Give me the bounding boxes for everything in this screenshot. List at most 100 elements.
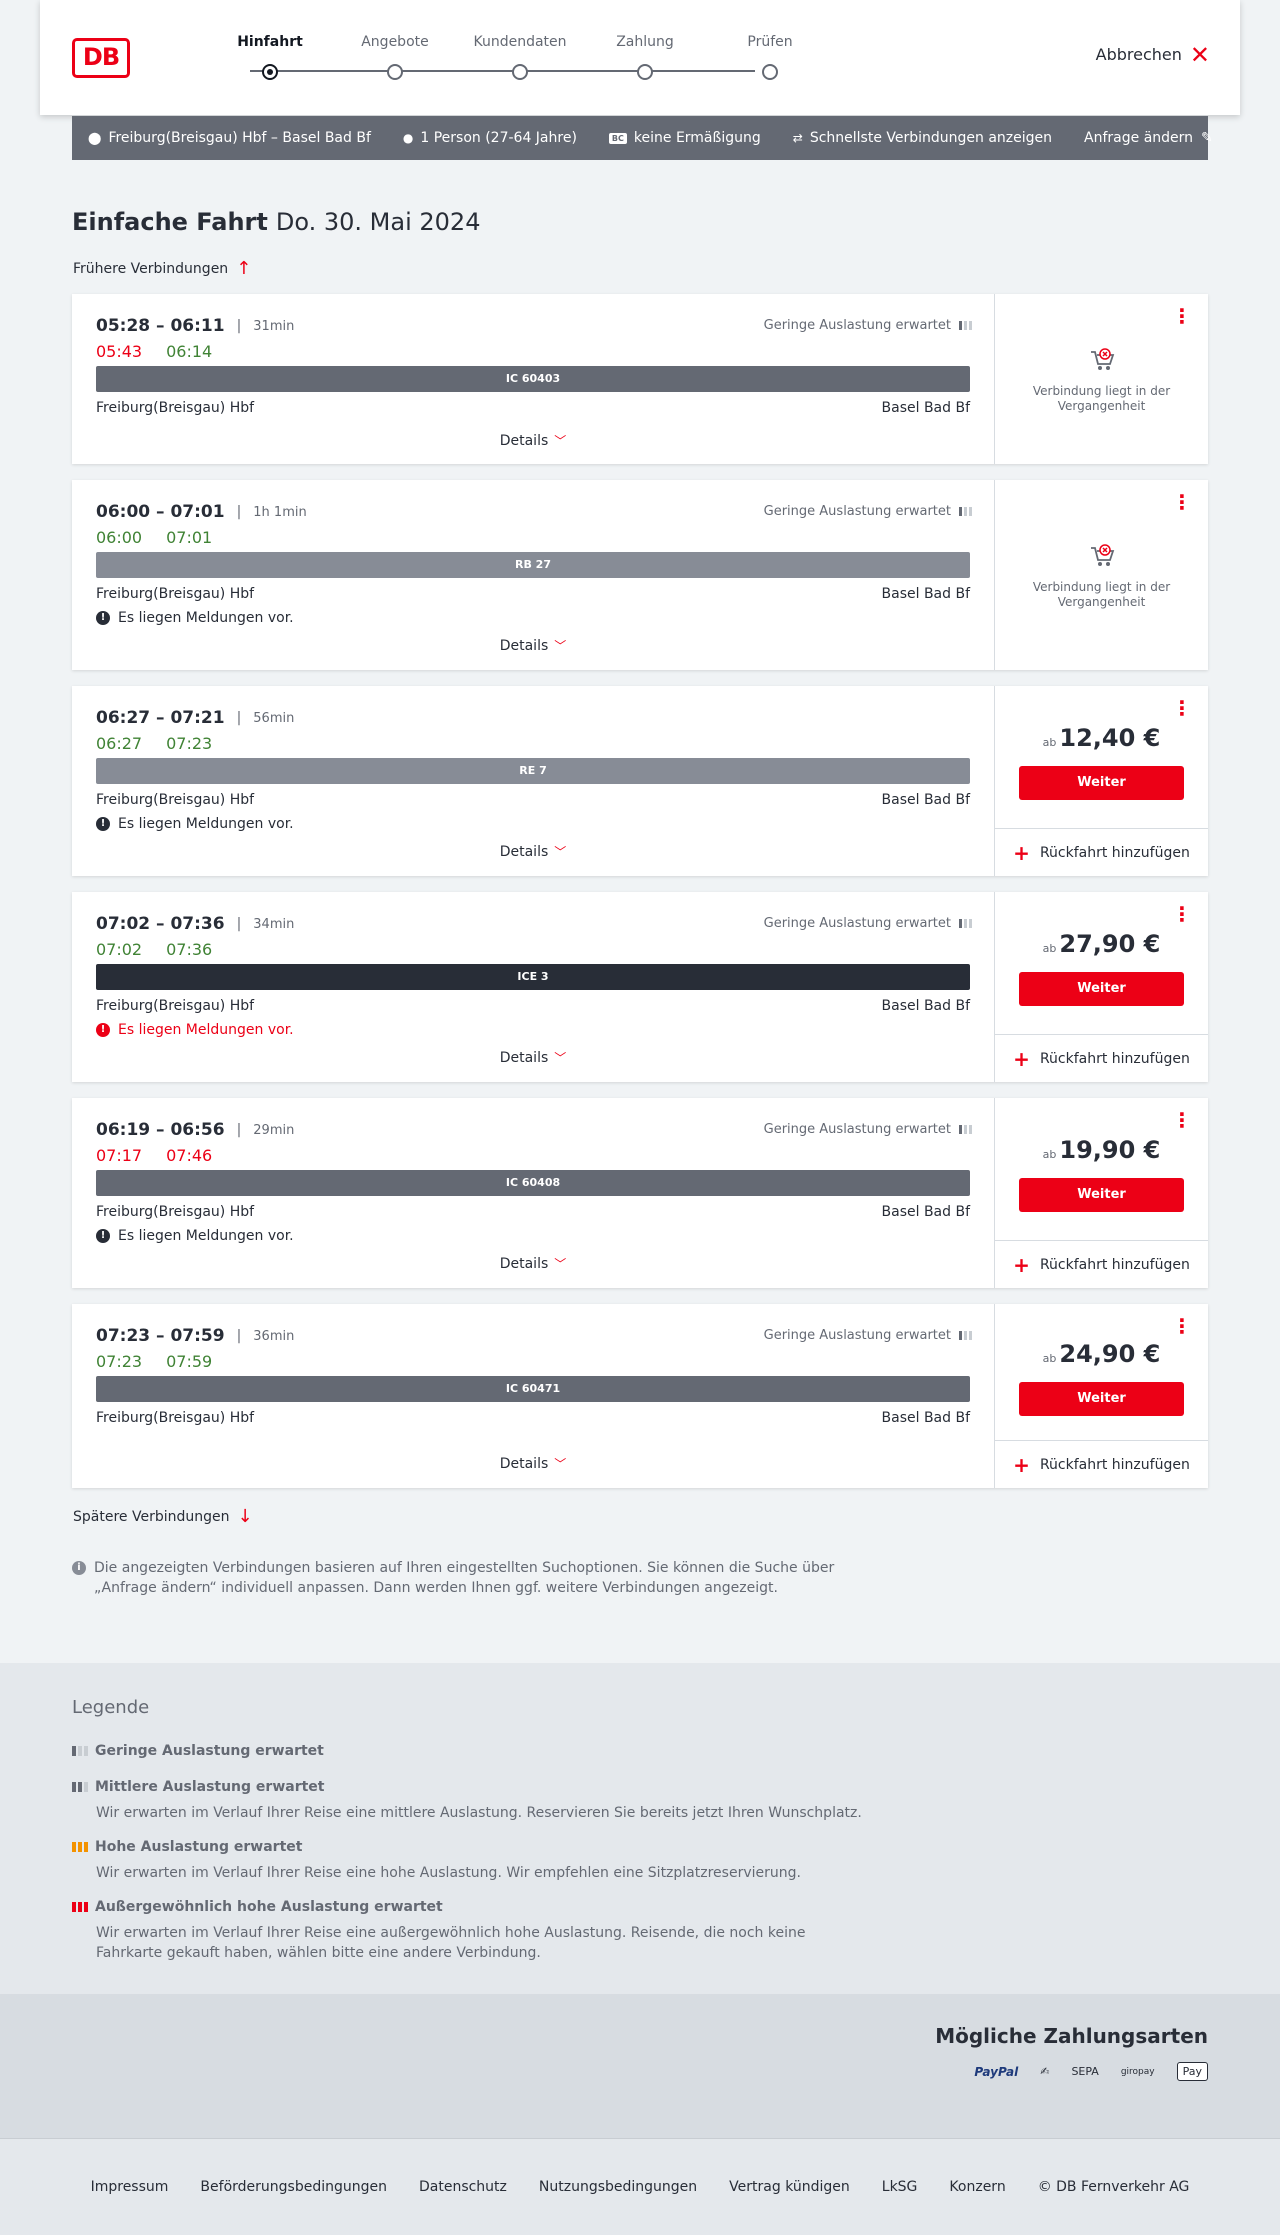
details-toggle[interactable]: Details ﹀ — [72, 432, 994, 449]
legend-section: Legende Geringe Auslastung erwartet Mitt… — [0, 1663, 1280, 1994]
train-bar[interactable]: RB 27 — [96, 552, 970, 578]
realtime-times: 07:17 07:46 — [96, 1146, 212, 1165]
add-return-trip-button[interactable]: + Rückfahrt hinzufügen — [995, 1034, 1208, 1082]
details-label: Details — [499, 1256, 549, 1272]
realtime-times: 05:43 06:14 — [96, 342, 212, 361]
paypal-icon: PayPal — [974, 2064, 1019, 2079]
return-label: Rückfahrt hinzufügen — [1039, 1456, 1190, 1473]
step-kundendaten[interactable]: Kundendaten — [460, 34, 580, 80]
connection-card[interactable]: 06:00 – 07:01 | 1h 1min Geringe Auslastu… — [72, 480, 1208, 670]
add-return-trip-button[interactable]: + Rückfahrt hinzufügen — [995, 1440, 1208, 1488]
chevron-down-icon: ﹀ — [554, 434, 567, 448]
db-logo[interactable]: DB — [72, 38, 130, 78]
separator: | — [236, 1122, 242, 1138]
occupancy-text: Geringe Auslastung erwartet — [763, 916, 951, 931]
footer-link-vertrag-kuendigen[interactable]: Vertrag kündigen — [729, 2179, 850, 2195]
details-label: Details — [499, 844, 549, 860]
stations: Freiburg(Breisgau) Hbf Basel Bad Bf — [96, 1204, 970, 1220]
connection-card[interactable]: 06:27 – 07:21 | 56min 06:27 07:23 RE 7 F… — [72, 686, 1208, 876]
connection-card[interactable]: 07:02 – 07:36 | 34min Geringe Auslastung… — [72, 892, 1208, 1082]
occupancy-text: Geringe Auslastung erwartet — [763, 318, 951, 333]
more-options-icon[interactable]: ⋮ — [1172, 698, 1192, 718]
legend-item-low: Geringe Auslastung erwartet — [72, 1743, 872, 1759]
footer-copyright: © DB Fernverkehr AG — [1037, 2179, 1190, 2195]
service-messages: ! Es liegen Meldungen vor. — [96, 610, 294, 626]
step-hinfahrt[interactable]: Hinfahrt — [210, 34, 330, 80]
more-options-icon[interactable]: ⋮ — [1172, 492, 1192, 512]
offer-panel: ⋮ ab 19,90 € Weiter + Rückfahrt hinzufüge… — [994, 1098, 1208, 1288]
connection-info: 07:02 – 07:36 | 34min Geringe Auslastung… — [72, 892, 994, 1082]
separator: | — [236, 710, 242, 726]
step-label: Hinfahrt — [237, 34, 303, 50]
legend-item-title: Geringe Auslastung erwartet — [95, 1743, 324, 1759]
change-request-button[interactable]: Anfrage ändern ✎ — [1084, 130, 1213, 146]
continue-button[interactable]: Weiter — [1019, 1382, 1184, 1416]
add-return-trip-button[interactable]: + Rückfahrt hinzufügen — [995, 828, 1208, 876]
offer-panel: ⋮ ab 12,40 € Weiter + Rückfahrt hinzufüge… — [994, 686, 1208, 876]
price-prefix: ab — [1042, 942, 1057, 955]
realtime-times: 06:00 07:01 — [96, 528, 212, 547]
plus-icon: + — [1013, 840, 1030, 865]
connection-card[interactable]: 06:19 – 06:56 | 29min Geringe Auslastung… — [72, 1098, 1208, 1288]
footer-link-impressum[interactable]: Impressum — [91, 2179, 169, 2195]
step-angebote[interactable]: Angebote — [335, 34, 455, 80]
change-request-label: Anfrage ändern — [1084, 130, 1194, 146]
continue-button[interactable]: Weiter — [1019, 1178, 1184, 1212]
realtime-departure: 07:17 — [96, 1146, 143, 1165]
train-bar[interactable]: IC 60408 — [96, 1170, 970, 1196]
price-prefix: ab — [1042, 1352, 1057, 1365]
realtime-arrival: 06:14 — [166, 342, 213, 361]
connection-card[interactable]: 05:28 – 06:11 | 31min Geringe Auslastung… — [72, 294, 1208, 464]
train-bar[interactable]: IC 60403 — [96, 366, 970, 392]
train-bar[interactable]: IC 60471 — [96, 1376, 970, 1402]
step-zahlung[interactable]: Zahlung — [585, 34, 705, 80]
details-label: Details — [499, 433, 549, 449]
later-connections-link[interactable]: Spätere Verbindungen ↓ — [73, 1506, 253, 1527]
footer-link-datenschutz[interactable]: Datenschutz — [419, 2179, 507, 2195]
alert-icon: ! — [96, 1229, 110, 1243]
footer-link-nutzungsbedingungen[interactable]: Nutzungsbedingungen — [539, 2179, 697, 2195]
legend-item-desc: Wir erwarten im Verlauf Ihrer Reise eine… — [96, 1805, 862, 1821]
footer-link-befoerderungsbedingungen[interactable]: Beförderungsbedingungen — [200, 2179, 387, 2195]
more-options-icon[interactable]: ⋮ — [1172, 1316, 1192, 1336]
step-dot — [512, 64, 528, 80]
legend-item-high: Hohe Auslastung erwartet Wir erwarten im… — [72, 1839, 872, 1883]
connection-info: 06:27 – 07:21 | 56min 06:27 07:23 RE 7 F… — [72, 686, 994, 876]
train-bar[interactable]: RE 7 — [96, 758, 970, 784]
route-text: Freiburg(Breisgau) Hbf – Basel Bad Bf — [108, 130, 371, 146]
duration: 29min — [253, 1122, 295, 1138]
details-toggle[interactable]: Details ﹀ — [72, 1455, 994, 1472]
more-options-icon[interactable]: ⋮ — [1172, 306, 1192, 326]
more-options-icon[interactable]: ⋮ — [1172, 904, 1192, 924]
occupancy-high-icon — [72, 1842, 88, 1852]
time-range: 07:02 – 07:36 — [96, 914, 225, 934]
continue-button[interactable]: Weiter — [1019, 972, 1184, 1006]
train-bar[interactable]: ICE 3 — [96, 964, 970, 990]
details-toggle[interactable]: Details ﹀ — [72, 637, 994, 654]
alert-icon: ! — [96, 611, 110, 625]
occupancy-text: Geringe Auslastung erwartet — [763, 504, 951, 519]
step-pruefen[interactable]: Prüfen — [710, 34, 830, 80]
more-options-icon[interactable]: ⋮ — [1172, 1110, 1192, 1130]
add-return-trip-button[interactable]: + Rückfahrt hinzufügen — [995, 1240, 1208, 1288]
step-label: Angebote — [361, 34, 429, 50]
earlier-connections-link[interactable]: Frühere Verbindungen ↑ — [73, 258, 251, 279]
footer-link-lksg[interactable]: LkSG — [882, 2179, 918, 2195]
time-range: 06:00 – 07:01 — [96, 502, 225, 522]
details-toggle[interactable]: Details ﹀ — [72, 1049, 994, 1066]
cancel-label: Abbrechen — [1095, 45, 1182, 64]
details-toggle[interactable]: Details ﹀ — [72, 843, 994, 860]
continue-button[interactable]: Weiter — [1019, 766, 1184, 800]
departure-station: Freiburg(Breisgau) Hbf — [96, 586, 255, 602]
fastest-text: Schnellste Verbindungen anzeigen — [809, 130, 1053, 146]
fastest-connections-link[interactable]: ⇄ Schnellste Verbindungen anzeigen — [793, 130, 1052, 146]
cancel-button[interactable]: Abbrechen ✕ — [1095, 43, 1210, 67]
details-toggle[interactable]: Details ﹀ — [72, 1255, 994, 1272]
occupancy-text: Geringe Auslastung erwartet — [763, 1122, 951, 1137]
connection-times: 05:28 – 06:11 | 31min — [96, 316, 294, 336]
realtime-departure: 06:00 — [96, 528, 143, 547]
connection-card[interactable]: 07:23 – 07:59 | 36min Geringe Auslastung… — [72, 1304, 1208, 1488]
arrival-station: Basel Bad Bf — [881, 792, 970, 808]
footer-link-konzern[interactable]: Konzern — [949, 2179, 1005, 2195]
departure-station: Freiburg(Breisgau) Hbf — [96, 998, 255, 1014]
